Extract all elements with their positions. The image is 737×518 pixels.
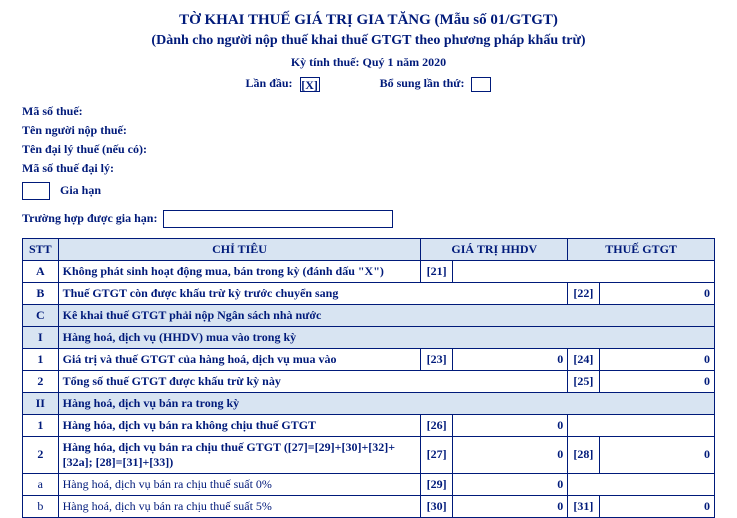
extension-label: Gia hạn	[60, 183, 101, 198]
cell-value[interactable]: 0	[452, 495, 567, 517]
cell-label: Hàng hóa, dịch vụ bán ra không chịu thuế…	[58, 414, 421, 436]
cell-label: Không phát sinh hoạt động mua, bán trong…	[58, 260, 421, 282]
cell-value[interactable]: 0	[452, 436, 567, 473]
cell-value[interactable]: 0	[599, 348, 714, 370]
cell-label: Hàng hóa, dịch vụ bán ra chịu thuế GTGT …	[58, 436, 421, 473]
extension-case-row: Trường hợp được gia hạn:	[22, 210, 715, 228]
extension-checkbox[interactable]	[22, 182, 50, 200]
cell-label: Hàng hoá, dịch vụ bán ra trong kỳ	[58, 392, 714, 414]
cell-value[interactable]: 0	[599, 495, 714, 517]
taxpayer-name-row: Tên người nộp thuế:	[22, 123, 715, 138]
cell-label: Hàng hoá, dịch vụ (HHDV) mua vào trong k…	[58, 326, 714, 348]
declaration-table: STT CHỈ TIÊU GIÁ TRỊ HHDV THUẾ GTGT AKhô…	[22, 238, 715, 518]
cell-value[interactable]: 0	[452, 473, 567, 495]
cell-code: [30]	[421, 495, 452, 517]
cell-label: Tổng số thuế GTGT được khấu trừ kỳ này	[58, 370, 421, 392]
cell-blank	[452, 260, 714, 282]
table-body: AKhông phát sinh hoạt động mua, bán tron…	[23, 260, 715, 517]
first-time-checkbox[interactable]: [X]	[300, 77, 320, 92]
table-row: IHàng hoá, dịch vụ (HHDV) mua vào trong …	[23, 326, 715, 348]
th-thue: THUẾ GTGT	[568, 238, 715, 260]
first-time-flag: Lần đầu: [X]	[246, 76, 320, 92]
cell-code: [25]	[568, 370, 599, 392]
form-subtitle: (Dành cho người nộp thuế khai thuế GTGT …	[22, 33, 715, 49]
table-row: aHàng hoá, dịch vụ bán ra chịu thuế suất…	[23, 473, 715, 495]
extension-row: Gia hạn	[22, 182, 715, 200]
cell-blank	[568, 473, 715, 495]
table-row: 1Hàng hóa, dịch vụ bán ra không chịu thu…	[23, 414, 715, 436]
table-row: 1Giá trị và thuế GTGT của hàng hoá, dịch…	[23, 348, 715, 370]
supplement-label: Bổ sung lần thứ:	[380, 76, 465, 90]
cell-code: [28]	[568, 436, 599, 473]
cell-label: Hàng hoá, dịch vụ bán ra chịu thuế suất …	[58, 495, 421, 517]
cell-stt: 2	[23, 370, 59, 392]
cell-label: Thuế GTGT còn được khấu trừ kỳ trước chu…	[58, 282, 421, 304]
extension-case-input[interactable]	[163, 210, 393, 228]
cell-stt: 1	[23, 348, 59, 370]
table-row: bHàng hoá, dịch vụ bán ra chịu thuế suất…	[23, 495, 715, 517]
tax-period: Kỳ tính thuế: Quý 1 năm 2020	[22, 55, 715, 70]
cell-blank	[568, 414, 715, 436]
cell-stt: a	[23, 473, 59, 495]
cell-stt: C	[23, 304, 59, 326]
supplement-flag: Bổ sung lần thứ:	[380, 76, 492, 92]
cell-value[interactable]: 0	[452, 414, 567, 436]
cell-blank	[421, 282, 568, 304]
cell-code: [31]	[568, 495, 599, 517]
cell-code: [29]	[421, 473, 452, 495]
table-row: IIHàng hoá, dịch vụ bán ra trong kỳ	[23, 392, 715, 414]
table-header: STT CHỈ TIÊU GIÁ TRỊ HHDV THUẾ GTGT	[23, 238, 715, 260]
cell-code: [24]	[568, 348, 599, 370]
cell-stt: II	[23, 392, 59, 414]
th-chitieu: CHỈ TIÊU	[58, 238, 421, 260]
table-row: 2Hàng hóa, dịch vụ bán ra chịu thuế GTGT…	[23, 436, 715, 473]
form-title: TỜ KHAI THUẾ GIÁ TRỊ GIA TĂNG (Mẫu số 01…	[22, 12, 715, 29]
cell-code: [21]	[421, 260, 452, 282]
table-row: CKê khai thuế GTGT phải nộp Ngân sách nh…	[23, 304, 715, 326]
table-row: BThuế GTGT còn được khấu trừ kỳ trước ch…	[23, 282, 715, 304]
cell-stt: 2	[23, 436, 59, 473]
table-row: 2Tổng số thuế GTGT được khấu trừ kỳ này […	[23, 370, 715, 392]
cell-stt: I	[23, 326, 59, 348]
cell-stt: 1	[23, 414, 59, 436]
th-stt: STT	[23, 238, 59, 260]
cell-code: [27]	[421, 436, 452, 473]
table-row: AKhông phát sinh hoạt động mua, bán tron…	[23, 260, 715, 282]
cell-code: [26]	[421, 414, 452, 436]
cell-stt: b	[23, 495, 59, 517]
cell-label: Kê khai thuế GTGT phải nộp Ngân sách nhà…	[58, 304, 714, 326]
tax-code-row: Mã số thuế:	[22, 104, 715, 119]
extension-case-label: Trường hợp được gia hạn:	[22, 211, 157, 226]
cell-code: [22]	[568, 282, 599, 304]
first-time-label: Lần đầu:	[246, 76, 293, 90]
cell-code: [23]	[421, 348, 452, 370]
cell-value[interactable]: 0	[452, 348, 567, 370]
supplement-input[interactable]	[471, 77, 491, 92]
agent-row: Tên đại lý thuế (nếu có):	[22, 142, 715, 157]
declaration-flags: Lần đầu: [X] Bổ sung lần thứ:	[22, 76, 715, 92]
cell-value[interactable]: 0	[599, 436, 714, 473]
cell-value[interactable]: 0	[599, 282, 714, 304]
cell-label: Hàng hoá, dịch vụ bán ra chịu thuế suất …	[58, 473, 421, 495]
taxpayer-info: Mã số thuế: Tên người nộp thuế: Tên đại …	[22, 104, 715, 228]
cell-value[interactable]: 0	[599, 370, 714, 392]
agent-tax-code-row: Mã số thuế đại lý:	[22, 161, 715, 176]
cell-blank	[421, 370, 568, 392]
vat-declaration-form: TỜ KHAI THUẾ GIÁ TRỊ GIA TĂNG (Mẫu số 01…	[0, 0, 737, 518]
cell-label: Giá trị và thuế GTGT của hàng hoá, dịch …	[58, 348, 421, 370]
cell-stt: A	[23, 260, 59, 282]
cell-stt: B	[23, 282, 59, 304]
th-giatri: GIÁ TRỊ HHDV	[421, 238, 568, 260]
